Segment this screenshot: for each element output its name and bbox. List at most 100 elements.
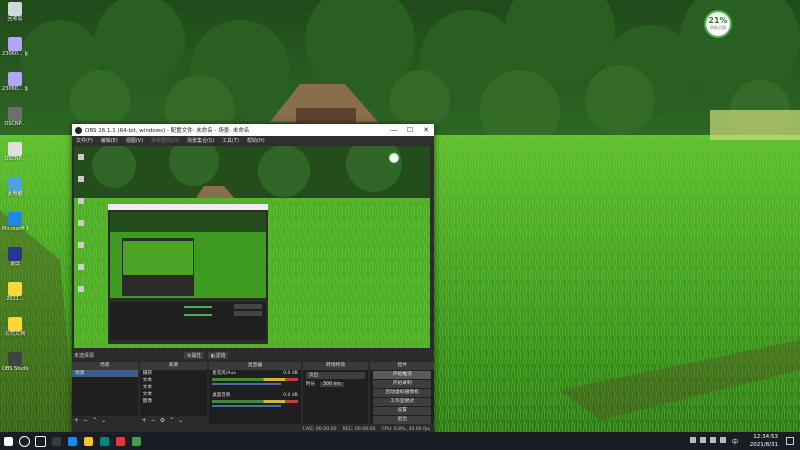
rec-timer: REC: 00:00:00: [342, 426, 376, 432]
exit-button[interactable]: 退出: [373, 416, 431, 424]
remove-source-icon[interactable]: −: [151, 417, 156, 424]
clock-date: 2021/8/31: [749, 442, 778, 448]
taskbar-edge-icon[interactable]: [64, 432, 80, 450]
tray-volume-icon[interactable]: [700, 437, 706, 443]
obs-logo-icon: [75, 126, 82, 134]
close-button[interactable]: ✕: [418, 126, 434, 134]
properties-button[interactable]: ⚙属性: [184, 352, 205, 359]
start-streaming-button[interactable]: 开始推流: [373, 371, 431, 379]
taskbar-start-icon[interactable]: [0, 432, 16, 450]
add-source-icon[interactable]: +: [142, 417, 147, 424]
duration-label: 时长: [305, 382, 316, 387]
desktop-icon-image: [8, 142, 22, 156]
notification-icon[interactable]: [786, 437, 794, 445]
source-item[interactable]: 文本: [140, 384, 208, 391]
remove-scene-icon[interactable]: −: [83, 417, 88, 424]
add-scene-icon[interactable]: +: [74, 417, 79, 424]
desktop-icon-image: [8, 317, 22, 331]
taskbar-explorer-icon[interactable]: [80, 432, 96, 450]
source-item[interactable]: 捕获: [140, 370, 208, 377]
obs-window: OBS 26.1.1 (64-bit, windows) - 配置文件: 未命名…: [72, 124, 434, 434]
input-language[interactable]: 中: [732, 437, 738, 446]
sources-dock-title: 来源: [139, 362, 208, 370]
desktop-icon-image: [8, 72, 22, 86]
maximize-button[interactable]: ☐: [402, 126, 418, 134]
desktop-icon[interactable]: 回收站: [2, 2, 28, 22]
menu-docks[interactable]: 停靠部件(D): [151, 137, 179, 144]
duration-input[interactable]: 300 ms: [319, 382, 344, 387]
desktop-icon[interactable]: OSCNP...: [2, 107, 28, 127]
menu-edit[interactable]: 编辑(E): [101, 137, 118, 144]
controls-dock: 控件 开始推流 开始录制 启动虚拟摄像机 工作室模式 设置 退出: [370, 362, 434, 424]
system-clock[interactable]: 12:34:53 2021/8/31: [750, 433, 778, 449]
taskbar-task-view-icon[interactable]: [32, 432, 48, 450]
desktop-icon[interactable]: 23060... 鼠标指针: [2, 72, 28, 92]
tray-chevron-icon[interactable]: [720, 437, 726, 443]
desktop-icon[interactable]: Microsoft Edge: [2, 212, 28, 232]
studio-mode-button[interactable]: 工作室模式: [373, 398, 431, 406]
menu-file[interactable]: 文件(F): [76, 137, 93, 144]
desktop-icon-label: OSCNP...: [4, 121, 26, 127]
source-item[interactable]: 文本: [140, 391, 208, 398]
move-up-icon[interactable]: ⌃: [92, 417, 97, 424]
obs-menubar: 文件(F) 编辑(E) 视图(V) 停靠部件(D) 场景集合(S) 工具(T) …: [72, 136, 434, 145]
desktop-icon[interactable]: OBS Studio: [2, 352, 28, 372]
taskbar: 12:34:53 2021/8/31 中: [0, 432, 800, 450]
desktop-icon-label: 此电脑: [7, 191, 23, 197]
desktop-icon-image: [8, 177, 22, 191]
source-item[interactable]: 图像: [140, 398, 208, 405]
taskbar-wechat-icon[interactable]: [128, 432, 144, 450]
taskbar-recorder-icon[interactable]: [96, 432, 112, 450]
desktop-icon-image: [8, 212, 22, 226]
tray-network-icon[interactable]: [690, 437, 696, 443]
system-tray: [690, 437, 726, 443]
move-up-icon[interactable]: ⌃: [169, 417, 174, 424]
minimize-button[interactable]: —: [386, 126, 402, 134]
desktop-icon[interactable]: OSCNP...: [2, 142, 28, 162]
filters-button[interactable]: ◐滤镜: [208, 352, 229, 359]
start-recording-button[interactable]: 开始录制: [373, 380, 431, 388]
sources-toolbar: + − ⚙ ⌃ ⌄: [139, 416, 208, 424]
gear-icon[interactable]: ⚙: [160, 417, 165, 424]
settings-button[interactable]: 设置: [373, 407, 431, 415]
transition-select[interactable]: 淡出: [305, 372, 366, 379]
source-item[interactable]: 文本: [140, 377, 208, 384]
taskbar-app-glyph: [3, 436, 13, 446]
live-timer: LIVE: 00:00:00: [302, 426, 337, 432]
desktop-icon[interactable]: 公司文档: [2, 317, 28, 337]
taskbar-app-glyph: [18, 435, 30, 447]
channel-db: 0.0 dB: [283, 393, 298, 398]
taskbar-app-glyph: [131, 436, 141, 446]
channel-name: 麦克风/Aux: [212, 371, 236, 376]
menu-scene-collection[interactable]: 场景集合(S): [187, 137, 214, 144]
desktop-icon-image: [8, 247, 22, 261]
performance-badge[interactable]: 21% 内存占用: [704, 10, 732, 38]
desktop-icon[interactable]: 23060... 鼠标指针: [2, 37, 28, 57]
taskbar-store-icon[interactable]: [112, 432, 128, 450]
menu-view[interactable]: 视图(V): [126, 137, 143, 144]
move-down-icon[interactable]: ⌄: [101, 417, 106, 424]
desktop-icon[interactable]: 此电脑: [2, 177, 28, 197]
desktop-icon[interactable]: 录屏: [2, 247, 28, 267]
taskbar-app-glyph: [51, 436, 61, 446]
tray-battery-icon[interactable]: [710, 437, 716, 443]
start-virtual-camera-button[interactable]: 启动虚拟摄像机: [373, 389, 431, 397]
menu-help[interactable]: 帮助(H): [247, 137, 265, 144]
volume-slider[interactable]: [212, 383, 281, 385]
obs-preview-canvas[interactable]: [74, 146, 430, 348]
source-toolbar: 未选择源 ⚙属性 ◐滤镜: [72, 350, 434, 360]
desktop-icon-label: 录屏: [9, 261, 20, 267]
menu-tools[interactable]: 工具(T): [222, 137, 239, 144]
scenes-toolbar: + − ⌃ ⌄: [72, 416, 138, 424]
desktop-icon-label: Microsoft Edge: [2, 226, 28, 232]
volume-slider[interactable]: [212, 405, 281, 407]
taskbar-obs-icon[interactable]: [48, 432, 64, 450]
scene-item[interactable]: 场景: [72, 370, 138, 377]
desktop-icon-image: [8, 107, 22, 121]
desktop-icon[interactable]: 2021...: [2, 282, 28, 302]
taskbar-app-glyph: [34, 435, 46, 447]
taskbar-search-icon[interactable]: [16, 432, 32, 450]
obs-titlebar[interactable]: OBS 26.1.1 (64-bit, windows) - 配置文件: 未命名…: [72, 124, 434, 136]
transition-duration: 时长 300 ms: [303, 381, 369, 388]
move-down-icon[interactable]: ⌄: [178, 417, 183, 424]
